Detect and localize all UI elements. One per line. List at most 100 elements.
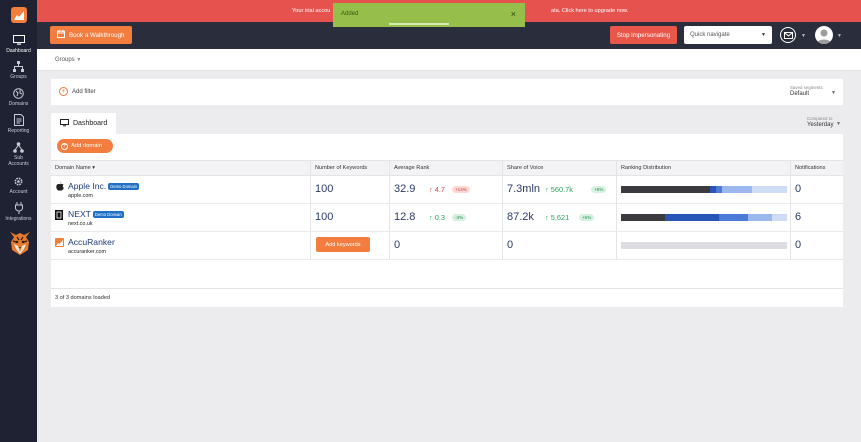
add-filter-button[interactable]: + Add filter — [59, 87, 96, 96]
mail-icon[interactable] — [780, 27, 796, 43]
tab-dashboard[interactable]: Dashboard — [51, 113, 116, 134]
domain-name-link[interactable]: Apple Inc. Demo Domain — [68, 181, 139, 191]
user-chevron-down-icon[interactable]: ▼ — [837, 33, 842, 39]
notifications-count[interactable]: 0 — [795, 239, 801, 251]
accuranker-logo-icon[interactable] — [11, 7, 27, 23]
demo-domain-badge: Demo Domain — [108, 183, 139, 191]
add-domain-label: Add domain — [71, 143, 102, 149]
saved-segments-value: Default — [790, 91, 810, 97]
sidebar-item-domains[interactable]: Domains — [0, 87, 37, 107]
dist-segment — [752, 186, 787, 193]
column-share-of-voice: Share of Voice — [507, 165, 544, 171]
filter-bar: + Add filter Saved segments Default ▼ — [51, 79, 843, 105]
table-row[interactable]: Apple Inc. Demo Domain apple.com 100 32.9… — [51, 176, 843, 204]
chevron-down-icon: ▼ — [76, 57, 82, 63]
avatar[interactable] — [815, 26, 833, 44]
monitor-icon — [12, 34, 25, 46]
dist-segment — [719, 214, 748, 221]
book-walkthrough-button[interactable]: Book a Walkthrough — [50, 26, 132, 44]
sov-change-pill: +6% — [579, 214, 595, 221]
trial-banner-text: Your trial accou — [292, 8, 331, 14]
sidebar-item-reporting[interactable]: Reporting — [0, 114, 37, 134]
share-of-voice: 7.3mln — [507, 183, 541, 195]
chevron-down-icon: ▼ — [836, 121, 841, 127]
monitor-icon — [60, 118, 69, 129]
compared-to-select[interactable]: Compared to Yesterday ▼ — [807, 116, 841, 128]
demo-domain-badge: Demo Domain — [92, 211, 124, 219]
sidebar-item-integrations[interactable]: Integrations — [0, 202, 37, 222]
add-domain-button[interactable]: + Add domain — [57, 139, 113, 153]
table-row[interactable]: AccuRanker accuranker.com Add keywords 0… — [51, 232, 843, 260]
column-ranking-distribution: Ranking Distribution — [621, 165, 672, 171]
rank-change: ↑ 0.3 — [429, 213, 446, 222]
saved-segments-select[interactable]: Saved segments Default ▼ — [790, 85, 836, 97]
ranking-distribution-bar-empty — [621, 242, 787, 249]
groups-label: Groups — [55, 57, 75, 63]
dist-segment — [665, 214, 719, 221]
calendar-icon — [57, 30, 65, 40]
domain-name: Apple Inc. — [68, 181, 107, 191]
apple-logo-icon — [55, 182, 64, 191]
domain-url: apple.com — [68, 193, 93, 199]
table-row[interactable]: NEXT Demo Domain next.co.uk 100 12.8 ↑ 0.… — [51, 204, 843, 232]
toast-message: Added — [341, 11, 359, 17]
plus-icon: + — [61, 142, 68, 150]
report-icon — [13, 114, 25, 126]
plug-icon — [13, 202, 25, 214]
trial-banner-upgrade-link[interactable]: ata. Click here to upgrade now. — [551, 8, 628, 14]
domain-url: next.co.uk — [68, 221, 93, 227]
sidebar-item-label: Account — [9, 189, 28, 195]
add-keywords-button[interactable]: Add keywords — [316, 237, 370, 252]
keywords-count[interactable]: 100 — [315, 211, 333, 223]
column-average-rank: Average Rank — [394, 165, 430, 171]
dist-segment — [621, 214, 665, 221]
notifications-count[interactable]: 6 — [795, 211, 801, 223]
notifications-count[interactable]: 0 — [795, 183, 801, 195]
add-filter-label: Add filter — [72, 88, 96, 95]
sidebar-item-sub-accounts[interactable]: Sub Accounts — [0, 141, 37, 167]
ranking-distribution-bar[interactable] — [621, 186, 787, 193]
keywords-count[interactable]: 100 — [315, 183, 333, 195]
mail-chevron-down-icon[interactable]: ▼ — [801, 33, 806, 39]
tab-dashboard-label: Dashboard — [73, 120, 108, 127]
domain-name: NEXT — [68, 209, 91, 219]
quick-navigate-select[interactable]: Quick navigate ▼ — [684, 26, 772, 44]
rank-change-pill: +14% — [452, 186, 470, 193]
chevron-down-icon: ▼ — [831, 90, 836, 96]
breadcrumb: Groups ▼ — [37, 49, 861, 71]
share-of-voice: 87.2k — [507, 211, 534, 223]
sidebar: Dashboard Groups Domains Reporting Sub A… — [0, 0, 37, 442]
domain-name-link[interactable]: AccuRanker — [68, 237, 115, 247]
domain-name-link[interactable]: NEXT Demo Domain — [68, 209, 124, 219]
sidebar-item-label: Sub Accounts — [8, 155, 29, 167]
stop-impersonating-button[interactable]: Stop impersonating — [610, 26, 677, 44]
sidebar-item-dashboard[interactable]: Dashboard — [0, 34, 37, 54]
ranking-distribution-bar[interactable] — [621, 214, 787, 221]
plus-icon: + — [59, 87, 68, 96]
average-rank: 12.8 — [394, 211, 416, 223]
rank-change: ↑ 4.7 — [429, 185, 446, 194]
sidebar-item-label: Reporting — [7, 128, 30, 134]
tiger-mascot-icon[interactable] — [8, 228, 32, 256]
sidebar-item-label: Integrations — [5, 216, 32, 222]
sidebar-item-label: Groups — [10, 74, 27, 80]
domains-loaded-text: 3 of 3 domains loaded — [55, 295, 111, 301]
dist-segment — [772, 214, 787, 221]
share-of-voice: 0 — [507, 239, 514, 251]
sidebar-item-groups[interactable]: Groups — [0, 60, 37, 80]
accuranker-logo-icon — [55, 238, 64, 247]
column-notifications: Notifications — [795, 165, 826, 171]
success-toast: Added × — [333, 3, 525, 27]
saved-segments-label: Saved segments — [790, 85, 823, 90]
sov-change: ↑ 560.7k — [545, 185, 573, 194]
column-domain-name[interactable]: Domain Name ▾ — [55, 165, 95, 171]
quick-navigate-placeholder: Quick navigate — [690, 32, 730, 38]
domains-panel: + Add domain Domain Name ▾ Number of Key… — [51, 134, 843, 307]
close-icon[interactable]: × — [511, 9, 516, 19]
sov-change: ↑ 5,621 — [545, 213, 570, 222]
groups-dropdown[interactable]: Groups ▼ — [55, 57, 81, 63]
dist-segment — [621, 186, 710, 193]
sub-accounts-icon — [13, 141, 25, 153]
globe-icon — [13, 87, 25, 99]
sidebar-item-account[interactable]: Account — [0, 175, 37, 195]
